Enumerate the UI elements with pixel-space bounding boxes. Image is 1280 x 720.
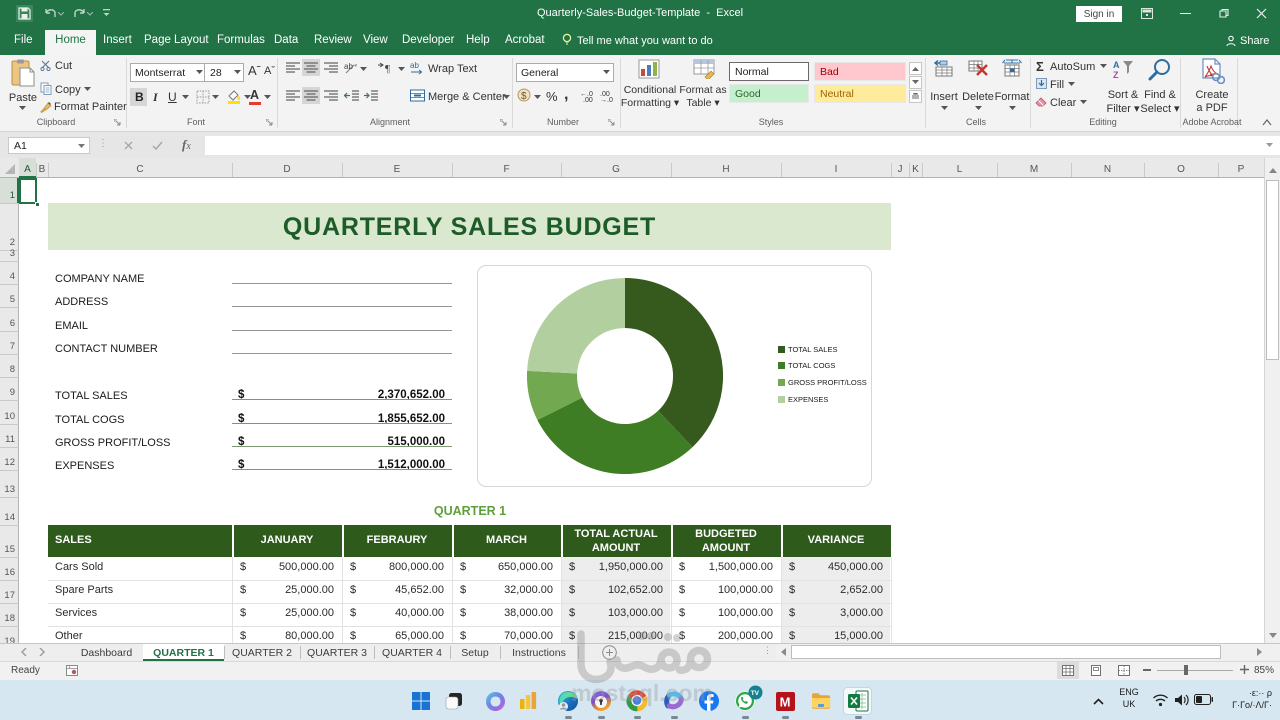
svg-text:.00: .00 — [583, 97, 593, 102]
svg-text:A: A — [1113, 60, 1120, 70]
svg-text:ab: ab — [410, 61, 419, 70]
svg-text:ab: ab — [344, 62, 353, 71]
svg-text:M: M — [780, 695, 791, 710]
svg-text:Z: Z — [1113, 70, 1119, 79]
svg-text:→.0: →.0 — [600, 97, 613, 102]
svg-text:¶: ¶ — [385, 63, 390, 74]
svg-text:$: $ — [521, 91, 527, 102]
svg-text:TV: TV — [751, 690, 760, 697]
